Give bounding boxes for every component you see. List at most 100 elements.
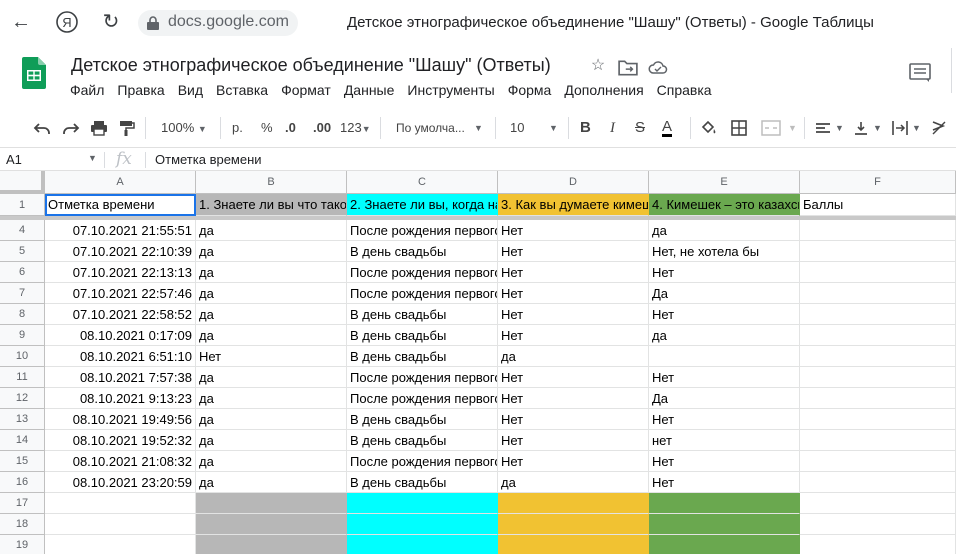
cell-c17[interactable]: [347, 493, 498, 514]
paint-format-icon[interactable]: [119, 119, 135, 137]
cell-d15[interactable]: Нет: [498, 451, 649, 472]
cell-b4[interactable]: да: [196, 220, 347, 241]
cell-e10[interactable]: [649, 346, 800, 367]
column-header-a[interactable]: A: [45, 171, 196, 194]
row-header[interactable]: 1: [0, 194, 45, 216]
cell-e4[interactable]: да: [649, 220, 800, 241]
fill-color-icon[interactable]: [700, 119, 718, 137]
cell-f10[interactable]: [800, 346, 956, 367]
borders-icon[interactable]: [731, 119, 747, 137]
cell-f9[interactable]: [800, 325, 956, 346]
cell-c10[interactable]: В день свадьбы: [347, 346, 498, 367]
cell-f8[interactable]: [800, 304, 956, 325]
column-header-b[interactable]: B: [196, 171, 347, 194]
cell-a10[interactable]: 08.10.2021 6:51:10: [45, 346, 196, 367]
cell-c11[interactable]: После рождения первого: [347, 367, 498, 388]
undo-icon[interactable]: [33, 120, 51, 138]
cell-b6[interactable]: да: [196, 262, 347, 283]
cell-f18[interactable]: [800, 514, 956, 535]
row-header[interactable]: 17: [0, 493, 45, 514]
cell-f16[interactable]: [800, 472, 956, 493]
decrease-decimal-button[interactable]: .0: [285, 119, 296, 137]
cell-b14[interactable]: да: [196, 430, 347, 451]
cell-f15[interactable]: [800, 451, 956, 472]
cell-c9[interactable]: В день свадьбы: [347, 325, 498, 346]
cell-e13[interactable]: Нет: [649, 409, 800, 430]
cell-d19[interactable]: [498, 535, 649, 554]
cell-c18[interactable]: [347, 514, 498, 535]
row-header[interactable]: 13: [0, 409, 45, 430]
text-wrapping-icon[interactable]: [892, 119, 908, 137]
cell-d8[interactable]: Нет: [498, 304, 649, 325]
row-header[interactable]: 8: [0, 304, 45, 325]
cell-f12[interactable]: [800, 388, 956, 409]
cell-d11[interactable]: Нет: [498, 367, 649, 388]
cell-d14[interactable]: Нет: [498, 430, 649, 451]
cell-a13[interactable]: 08.10.2021 19:49:56: [45, 409, 196, 430]
cell-e15[interactable]: Нет: [649, 451, 800, 472]
cell-b19[interactable]: [196, 535, 347, 554]
cell-d18[interactable]: [498, 514, 649, 535]
cell-a15[interactable]: 08.10.2021 21:08:32: [45, 451, 196, 472]
column-header-f[interactable]: F: [800, 171, 956, 194]
cell-d16[interactable]: да: [498, 472, 649, 493]
cell-b15[interactable]: да: [196, 451, 347, 472]
chevron-down-icon[interactable]: ▼: [88, 153, 97, 163]
horizontal-align-icon[interactable]: [815, 120, 831, 138]
menu-view[interactable]: Вид: [178, 82, 203, 100]
cell-c8[interactable]: В день свадьбы: [347, 304, 498, 325]
cell-b7[interactable]: да: [196, 283, 347, 304]
cell-a14[interactable]: 08.10.2021 19:52:32: [45, 430, 196, 451]
back-arrow-icon[interactable]: ←: [9, 10, 33, 34]
row-header[interactable]: 18: [0, 514, 45, 535]
cell-d17[interactable]: [498, 493, 649, 514]
cell-a17[interactable]: [45, 493, 196, 514]
row-header[interactable]: 9: [0, 325, 45, 346]
menu-edit[interactable]: Правка: [117, 82, 164, 100]
cell-c15[interactable]: После рождения первого: [347, 451, 498, 472]
cell-a16[interactable]: 08.10.2021 23:20:59: [45, 472, 196, 493]
cell-b9[interactable]: да: [196, 325, 347, 346]
cell-e11[interactable]: Нет: [649, 367, 800, 388]
menu-tools[interactable]: Инструменты: [407, 82, 494, 100]
cell-f4[interactable]: [800, 220, 956, 241]
font-family-select[interactable]: По умолча...: [396, 119, 465, 137]
cell-f17[interactable]: [800, 493, 956, 514]
cell-a4[interactable]: 07.10.2021 21:55:51: [45, 220, 196, 241]
column-header-d[interactable]: D: [498, 171, 649, 194]
cloud-status-icon[interactable]: [648, 58, 668, 78]
font-size-select[interactable]: 10: [510, 119, 524, 137]
cell-c6[interactable]: После рождения первого: [347, 262, 498, 283]
document-title[interactable]: Детское этнографическое объединение "Шаш…: [71, 55, 551, 76]
row-header[interactable]: 16: [0, 472, 45, 493]
text-rotation-icon[interactable]: [930, 118, 948, 136]
cell-b11[interactable]: да: [196, 367, 347, 388]
row-header[interactable]: 14: [0, 430, 45, 451]
column-header-e[interactable]: E: [649, 171, 800, 194]
text-color-button[interactable]: A: [662, 119, 673, 137]
cell-e17[interactable]: [649, 493, 800, 514]
cell-c14[interactable]: В день свадьбы: [347, 430, 498, 451]
cell-e16[interactable]: Нет: [649, 472, 800, 493]
menu-file[interactable]: Файл: [70, 82, 104, 100]
row-header[interactable]: 15: [0, 451, 45, 472]
cell-c7[interactable]: После рождения первого: [347, 283, 498, 304]
cell-b1[interactable]: 1. Знаете ли вы что такое: [196, 194, 347, 216]
strikethrough-button[interactable]: S: [635, 119, 645, 137]
cell-b8[interactable]: да: [196, 304, 347, 325]
formula-input[interactable]: Отметка времени: [155, 152, 262, 167]
zoom-select[interactable]: 100% ▼: [161, 119, 207, 137]
cell-a12[interactable]: 08.10.2021 9:13:23: [45, 388, 196, 409]
cell-b18[interactable]: [196, 514, 347, 535]
row-header[interactable]: 6: [0, 262, 45, 283]
row-header[interactable]: 10: [0, 346, 45, 367]
cell-f11[interactable]: [800, 367, 956, 388]
cell-f7[interactable]: [800, 283, 956, 304]
cell-f14[interactable]: [800, 430, 956, 451]
cell-e8[interactable]: Нет: [649, 304, 800, 325]
cell-c19[interactable]: [347, 535, 498, 554]
cell-f5[interactable]: [800, 241, 956, 262]
column-header-c[interactable]: C: [347, 171, 498, 194]
share-button-edge[interactable]: [951, 48, 956, 93]
cell-c4[interactable]: После рождения первого: [347, 220, 498, 241]
